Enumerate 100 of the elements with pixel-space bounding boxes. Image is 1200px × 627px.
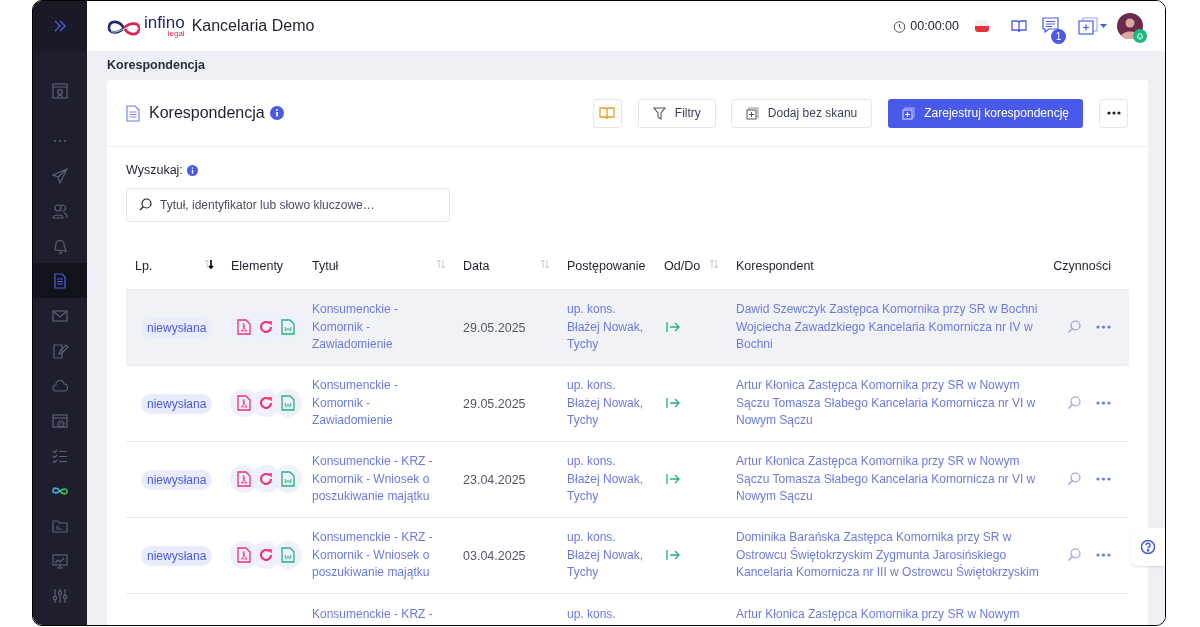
proceeding-link[interactable]: up. kons. Błażej Nowak, Tychy	[567, 453, 651, 506]
correspondent-link[interactable]: Dawid Szewczyk Zastępca Komornika przy SR w Bochni Wojciecha Zawadzkiego Kancelaria Komornicza nr IV w Bochni	[736, 301, 1040, 354]
timer-text: 00:00:00	[910, 17, 959, 35]
sort-icon	[204, 258, 214, 269]
word-file-icon	[281, 471, 295, 488]
filters-button[interactable]: Filtry	[637, 98, 716, 128]
more-button[interactable]	[1096, 325, 1111, 330]
redo-icon	[258, 319, 274, 336]
preview-button[interactable]	[1067, 548, 1081, 563]
filter-icon	[652, 106, 666, 120]
add-window-icon	[745, 106, 759, 120]
correspondent-link[interactable]: Artur Kłonica Zastępca Komornika przy SR w Nowym	[736, 605, 1040, 624]
correspondent-link[interactable]: Dominika Barańska Zastępca Komornika przy SR w Ostrowcu Świętokrzyskim Zygmunta Jarosińskiego Kancelaria Komornicza nr III w Ostrowcu Świętokrzyskim	[736, 529, 1040, 582]
search-icon	[1067, 320, 1081, 335]
bell-badge-icon	[1133, 29, 1147, 43]
search-field[interactable]: Tytuł, identyfikator lub słowo kluczowe…	[126, 187, 450, 222]
double-chevron-icon	[53, 20, 67, 32]
title-link[interactable]: Konsumenckie - KRZ - Komornik - Wniosek o poszukiwanie majątku	[312, 529, 444, 582]
edit-icon	[51, 341, 69, 360]
title-link[interactable]: Konsumenckie - KRZ -	[312, 605, 444, 624]
proceeding-link[interactable]: up. kons. Błażej Nowak, Tychy	[567, 529, 651, 582]
proceeding-link[interactable]: up. kons. Błażej Nowak, Tychy	[567, 377, 651, 430]
info-icon	[186, 164, 198, 176]
app-name: Kancelaria Demo	[191, 16, 315, 36]
help-button[interactable]	[1131, 528, 1165, 566]
book-button[interactable]	[1011, 19, 1027, 33]
add-window-icon	[1078, 17, 1098, 35]
add-window-icon	[902, 106, 916, 120]
redo-icon	[258, 471, 274, 488]
column-header: Elementy	[231, 258, 284, 276]
more-icon	[1096, 553, 1111, 558]
register-button[interactable]: Zarejestruj korespondencję	[888, 98, 1083, 128]
infinity-logo-icon	[107, 18, 141, 38]
guide-button[interactable]	[592, 98, 622, 128]
correspondent-link[interactable]: Artur Kłonica Zastępca Komornika przy SR w Nowym Sączu Tomasza Słabego Kancelaria Komornicza nr VI w Nowym Sączu	[736, 377, 1040, 430]
column-header: Data	[463, 258, 490, 276]
title-link[interactable]: Konsumenckie - Komornik - Zawiadomienie	[312, 377, 444, 430]
more-icon	[1096, 401, 1111, 406]
preview-button[interactable]	[1067, 396, 1081, 411]
more-icon	[1096, 325, 1111, 330]
preview-button[interactable]	[1067, 472, 1081, 487]
more-button[interactable]	[1099, 98, 1128, 128]
redo-icon	[258, 547, 274, 564]
sort-icon	[540, 258, 550, 269]
title-link[interactable]: Konsumenckie - Komornik - Zawiadomienie	[312, 301, 444, 354]
more-button[interactable]	[1096, 553, 1111, 558]
pdf-icon	[237, 395, 251, 412]
column-header: Postępowanie	[567, 258, 646, 276]
word-file-icon	[281, 547, 295, 564]
users-icon	[51, 201, 69, 220]
word-file-icon	[281, 319, 295, 336]
chart-monitor-icon	[51, 551, 69, 570]
title-link[interactable]: Konsumenckie - KRZ - Komornik - Wniosek o poszukiwanie majątku	[312, 453, 444, 506]
search-icon	[1067, 548, 1081, 563]
help-icon	[1140, 539, 1156, 555]
notification-badge: 1	[1051, 29, 1066, 44]
preview-button[interactable]	[1067, 320, 1081, 335]
messages-button[interactable]	[1042, 17, 1059, 34]
status-badge: niewysłana	[141, 546, 213, 567]
caret-icon	[1100, 23, 1107, 29]
sidebar-item[interactable]	[33, 263, 87, 298]
search-label: Wyszukaj:	[126, 162, 183, 179]
pdf-icon	[237, 471, 251, 488]
column-header: Tytuł	[312, 258, 339, 276]
sliders-icon	[51, 586, 69, 605]
document-icon	[126, 104, 140, 122]
pdf-icon	[237, 319, 251, 336]
status-badge: niewysłana	[141, 394, 213, 415]
search-input[interactable]: Tytuł, identyfikator lub słowo kluczowe…	[160, 195, 437, 214]
sort-button[interactable]	[204, 258, 214, 269]
more-button[interactable]	[1096, 401, 1111, 406]
proceeding-link[interactable]: up. kons. Błażej Nowak, Tychy	[567, 301, 651, 354]
info-icon	[269, 106, 284, 120]
chat-icon	[1042, 17, 1059, 34]
sort-icon	[436, 258, 446, 269]
redo-icon	[258, 395, 274, 412]
date-text: 29.05.2025	[463, 321, 526, 336]
status-badge: niewysłana	[141, 470, 213, 491]
paper-plane-icon	[51, 166, 69, 185]
monitor-icon	[51, 81, 69, 100]
book-icon	[599, 106, 616, 120]
proceeding-link[interactable]: up. kons.	[567, 605, 651, 624]
stopwatch-icon	[893, 19, 907, 33]
card-title: Korespondencja	[149, 103, 265, 123]
breadcrumb-text: Korespondencja	[107, 56, 206, 74]
date-text: 29.05.2025	[463, 397, 526, 412]
more-icon	[1096, 477, 1111, 482]
word-file-icon	[281, 395, 295, 412]
date-text: 03.04.2025	[463, 549, 526, 564]
calendar-clock-icon	[51, 411, 69, 430]
add-without-scan-button[interactable]: Dodaj bez skanu	[730, 98, 873, 128]
dots-icon	[54, 139, 66, 142]
correspondent-link[interactable]: Artur Kłonica Zastępca Komornika przy SR w Nowym Sączu Tomasza Słabego Kancelaria Komornicza nr VI w Nowym Sączu	[736, 453, 1040, 506]
add-menu-button[interactable]	[1078, 17, 1107, 35]
logo-subtext: legal	[167, 30, 185, 38]
search-icon	[1067, 472, 1081, 487]
document-icon	[51, 271, 69, 290]
column-header: Czynności	[1053, 258, 1111, 276]
search-icon	[1067, 396, 1081, 411]
more-button[interactable]	[1096, 477, 1111, 482]
